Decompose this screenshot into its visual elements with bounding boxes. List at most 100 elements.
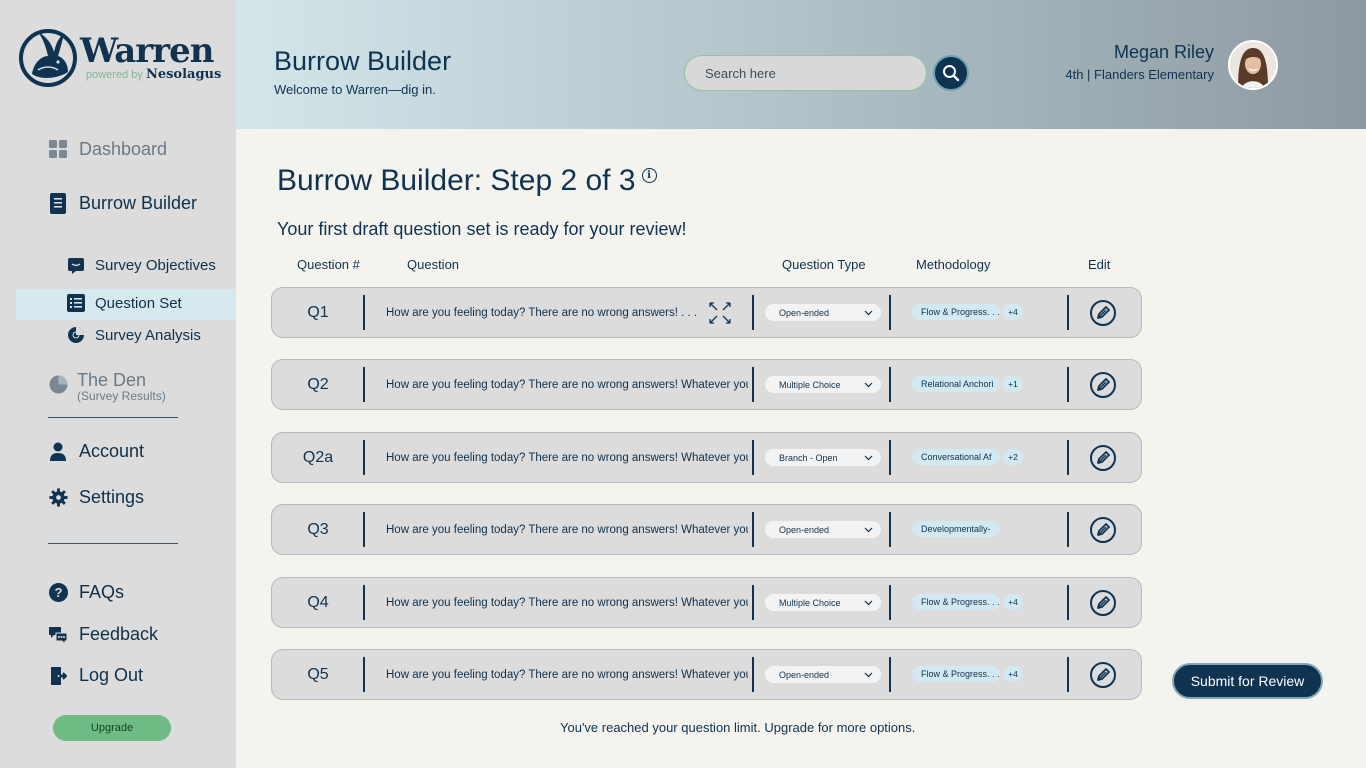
methodology-chip[interactable]: Conversational Af <box>912 449 1000 465</box>
sidebar-subitem-question-set[interactable]: Question Set <box>67 294 182 312</box>
question-type-value: Open-ended <box>779 524 830 535</box>
methodology-chip[interactable]: Flow & Progress. . . <box>912 304 1000 320</box>
question-text[interactable]: How are you feeling today? There are no … <box>386 505 748 554</box>
edit-icon[interactable] <box>1089 516 1117 544</box>
edit-icon[interactable] <box>1089 299 1117 327</box>
question-type-select[interactable]: Multiple Choice <box>765 594 881 611</box>
sidebar-item-label: Burrow Builder <box>79 193 198 213</box>
sidebar-item-account[interactable]: Account <box>48 441 144 462</box>
submit-for-review-button[interactable]: Submit for Review <box>1172 663 1323 699</box>
table-row[interactable]: Q2 How are you feeling today? There are n… <box>271 359 1142 410</box>
edit-icon[interactable] <box>1089 661 1117 689</box>
analysis-icon <box>67 326 85 344</box>
methodology-more-badge[interactable]: +4 <box>1003 666 1023 682</box>
methodology-more-badge[interactable]: +1 <box>1003 376 1023 392</box>
methodology-chip[interactable]: Flow & Progress. . . <box>912 594 1000 610</box>
sidebar-item-label: Account <box>79 441 145 461</box>
methodology-more-badge[interactable]: +2 <box>1003 449 1023 465</box>
info-icon[interactable]: i <box>641 167 657 183</box>
methodology-chip[interactable]: Flow & Progress. . . <box>912 666 1000 682</box>
sidebar-subitem-label: Question Set <box>95 294 182 312</box>
chevron-down-icon <box>864 455 873 461</box>
row-divider <box>752 440 754 475</box>
question-type-select[interactable]: Multiple Choice <box>765 376 881 393</box>
methodology-more-badge[interactable]: +4 <box>1003 594 1023 610</box>
sidebar-item-feedback[interactable]: Feedback <box>48 624 158 645</box>
table-row[interactable]: Q5 How are you feeling today? There are n… <box>271 649 1142 700</box>
feedback-icon <box>48 625 68 645</box>
brand-logo[interactable]: Warren powered by Nesolagus <box>18 26 221 88</box>
question-text[interactable]: How are you feeling today? There are no … <box>386 433 748 482</box>
sidebar-item-label: The Den <box>77 370 147 390</box>
question-set-icon <box>67 294 85 312</box>
header-title: Burrow Builder <box>274 46 452 76</box>
sidebar-item-faqs[interactable]: ? FAQs <box>48 582 124 603</box>
den-icon <box>48 374 68 394</box>
sidebar-item-burrow-builder[interactable]: Burrow Builder <box>48 193 197 214</box>
question-limit-note: You've reached your question limit. Upgr… <box>560 720 916 735</box>
user-name: Megan Riley <box>1113 42 1214 62</box>
search-button[interactable] <box>933 55 969 91</box>
powered-by-name: Nesolagus <box>145 66 222 82</box>
brand-name: Warren <box>80 30 214 71</box>
question-type-select[interactable]: Open-ended <box>765 666 881 683</box>
sidebar-item-settings[interactable]: Settings <box>48 487 144 508</box>
question-type-select[interactable]: Branch - Open <box>765 449 881 466</box>
question-number: Q2a <box>302 448 334 466</box>
question-text[interactable]: How are you feeling today? There are no … <box>386 360 748 409</box>
table-row[interactable]: Q1 How are you feeling today? There are n… <box>271 287 1142 338</box>
edit-icon[interactable] <box>1089 371 1117 399</box>
methodology-chip[interactable]: Relational Anchori <box>912 376 1000 392</box>
rabbit-logo-icon <box>19 29 77 87</box>
row-divider <box>1067 367 1069 402</box>
upgrade-button[interactable]: Upgrade <box>53 715 171 741</box>
sidebar-subitem-survey-objectives[interactable]: Survey Objectives <box>67 256 216 274</box>
methodology-more-badge[interactable]: +4 <box>1003 304 1023 320</box>
builder-icon <box>48 193 68 214</box>
question-number: Q4 <box>307 593 329 611</box>
expand-icon[interactable] <box>708 301 732 325</box>
row-divider <box>1067 657 1069 692</box>
sidebar-subitem-survey-analysis[interactable]: Survey Analysis <box>67 326 201 344</box>
row-divider <box>889 440 891 475</box>
objectives-icon <box>67 256 85 274</box>
row-divider <box>889 512 891 547</box>
row-divider <box>889 367 891 402</box>
column-header-number: Question # <box>297 257 360 272</box>
sidebar-item-the-den[interactable]: The Den (Survey Results) <box>48 371 166 403</box>
methodology-chip[interactable]: Developmentally- <box>912 521 1000 537</box>
question-type-value: Branch - Open <box>779 452 838 463</box>
row-divider <box>1067 440 1069 475</box>
lead-text: Your first draft question set is ready f… <box>277 219 687 239</box>
question-text[interactable]: How are you feeling today? There are no … <box>386 650 748 699</box>
question-type-value: Multiple Choice <box>779 379 841 390</box>
user-meta: 4th | Flanders Elementary <box>1065 67 1214 82</box>
search-input[interactable] <box>684 55 927 91</box>
question-text[interactable]: How are you feeling today? There are no … <box>386 578 748 627</box>
edit-icon[interactable] <box>1089 444 1117 472</box>
column-header-methodology: Methodology <box>916 257 991 272</box>
avatar[interactable] <box>1228 40 1278 90</box>
question-type-value: Multiple Choice <box>779 597 841 608</box>
question-type-select[interactable]: Open-ended <box>765 304 881 321</box>
question-type-select[interactable]: Open-ended <box>765 521 881 538</box>
chevron-down-icon <box>864 527 873 533</box>
sidebar-item-dashboard[interactable]: Dashboard <box>48 139 167 160</box>
row-divider <box>752 657 754 692</box>
question-number: Q5 <box>307 665 329 683</box>
sidebar-item-logout[interactable]: Log Out <box>48 665 143 686</box>
sidebar-divider <box>48 543 178 544</box>
table-row[interactable]: Q2a How are you feeling today? There are … <box>271 432 1142 483</box>
sidebar-item-label: Settings <box>79 487 145 507</box>
row-divider <box>363 440 365 475</box>
sidebar-subitem-label: Survey Analysis <box>95 326 201 344</box>
row-divider <box>363 367 365 402</box>
sidebar-item-label: Feedback <box>79 624 159 644</box>
sidebar: Warren powered by Nesolagus Dashboard Bu… <box>0 0 236 768</box>
table-row[interactable]: Q3 How are you feeling today? There are n… <box>271 504 1142 555</box>
sidebar-subitem-label: Survey Objectives <box>95 256 216 274</box>
table-row[interactable]: Q4 How are you feeling today? There are n… <box>271 577 1142 628</box>
edit-icon[interactable] <box>1089 589 1117 617</box>
sidebar-item-label: FAQs <box>79 582 125 602</box>
question-text[interactable]: How are you feeling today? There are no … <box>386 288 748 337</box>
